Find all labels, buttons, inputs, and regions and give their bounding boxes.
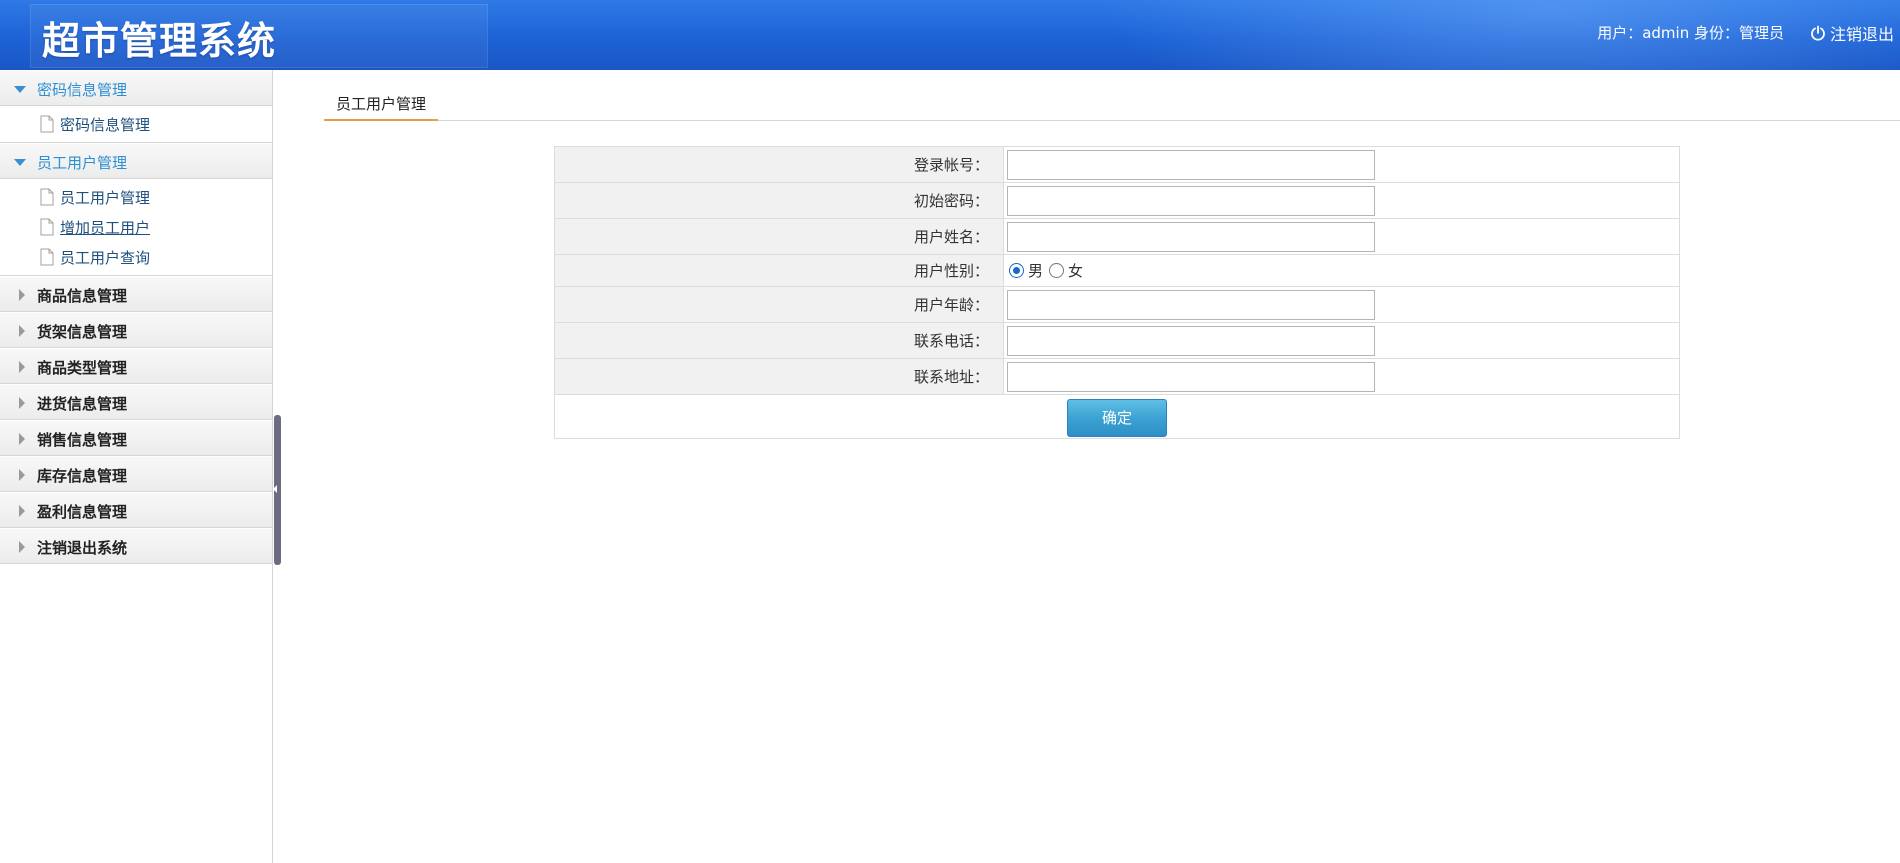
address-input[interactable] [1007,361,1375,392]
form-input-cell [1003,182,1680,219]
document-icon [40,248,54,266]
sidebar-group-label: 盈利信息管理 [37,503,128,521]
tab-bar: 员工用户管理 [324,84,1900,121]
app-title: 超市管理系统 [42,19,277,63]
sidebar-group-label: 注销退出系统 [37,539,128,557]
form-row: 登录帐号： [554,146,1680,183]
collapsed-arrow-icon [19,433,25,445]
form-row: 用户年龄： [554,286,1680,323]
user-info: 用户：admin 身份：管理员 [1597,24,1784,42]
gender-male-label: 男 [1028,262,1044,280]
sidebar-group-goods-type[interactable]: 商品类型管理 [0,348,272,384]
main-content: 员工用户管理 登录帐号： 初始密码： 用户姓名： 用户性别： 男 女 用户年龄：… [282,70,1900,863]
collapsed-arrow-icon [19,541,25,553]
login-account-label: 登录帐号： [554,146,1004,183]
sidebar-group-profit[interactable]: 盈利信息管理 [0,492,272,528]
tab-staff-manage[interactable]: 员工用户管理 [324,84,439,121]
collapse-arrow-icon [273,485,277,493]
sidebar-item-password-manage[interactable]: 密码信息管理 [0,109,272,139]
initial-password-label: 初始密码： [554,182,1004,219]
login-account-input[interactable] [1007,149,1375,180]
phone-label: 联系电话： [554,322,1004,359]
address-label: 联系地址： [554,358,1004,395]
form-row: 联系电话： [554,322,1680,359]
form-input-cell [1003,322,1680,359]
user-name-label: 用户姓名： [554,218,1004,255]
expanded-arrow-icon [14,159,26,166]
document-icon [40,188,54,206]
gender-label: 用户性别： [554,254,1004,287]
sidebar-item-label: 密码信息管理 [60,115,151,134]
initial-password-input[interactable] [1007,185,1375,216]
age-input[interactable] [1007,289,1375,320]
form-row: 初始密码： [554,182,1680,219]
phone-input[interactable] [1007,325,1375,356]
user-name-input[interactable] [1007,221,1375,252]
form-submit-cell: 确定 [554,394,1680,439]
sidebar-group-label: 商品信息管理 [37,287,128,305]
collapsed-arrow-icon [19,289,25,301]
expanded-arrow-icon [14,86,26,93]
sidebar-sublist-password: 密码信息管理 [0,106,272,143]
sidebar-group-purchase[interactable]: 进货信息管理 [0,384,272,420]
sidebar-group-goods[interactable]: 商品信息管理 [0,276,272,312]
sidebar-item-staff-manage[interactable]: 员工用户管理 [0,182,272,212]
sidebar-item-label: 员工用户查询 [60,248,151,267]
sidebar-item-add-staff[interactable]: 增加员工用户 [0,212,272,242]
sidebar-group-label: 员工用户管理 [37,154,128,172]
form-input-cell [1003,218,1680,255]
sidebar-item-label: 增加员工用户 [60,218,151,237]
sidebar: 密码信息管理 密码信息管理 员工用户管理 员工用户管理 增加员工用户 员工用户查… [0,70,273,863]
form-input-cell: 男 女 [1003,254,1680,287]
sidebar-group-staff[interactable]: 员工用户管理 [0,143,272,179]
sidebar-group-label: 商品类型管理 [37,359,128,377]
sidebar-group-shelf[interactable]: 货架信息管理 [0,312,272,348]
add-staff-form: 登录帐号： 初始密码： 用户姓名： 用户性别： 男 女 用户年龄： 联系电话： … [554,146,1680,439]
document-icon [40,218,54,236]
sidebar-sublist-staff: 员工用户管理 增加员工用户 员工用户查询 [0,179,272,276]
power-icon [1811,25,1825,41]
sidebar-group-label: 货架信息管理 [37,323,128,341]
sidebar-group-label: 进货信息管理 [37,395,128,413]
logout-button[interactable]: 注销退出 [1810,21,1894,45]
sidebar-group-password[interactable]: 密码信息管理 [0,70,272,106]
form-input-cell [1003,286,1680,323]
sidebar-item-label: 员工用户管理 [60,188,151,207]
gender-radio-group: 男 女 [1007,260,1679,281]
form-input-cell [1003,358,1680,395]
header-bar: 超市管理系统 用户：admin 身份：管理员 注销退出 [0,0,1900,70]
form-row: 用户性别： 男 女 [554,254,1680,287]
sidebar-group-label: 库存信息管理 [37,467,128,485]
sidebar-group-logout[interactable]: 注销退出系统 [0,528,272,564]
logout-label: 注销退出 [1829,25,1894,44]
sidebar-group-label: 密码信息管理 [37,81,128,99]
sidebar-item-staff-query[interactable]: 员工用户查询 [0,242,272,272]
sidebar-group-sales[interactable]: 销售信息管理 [0,420,272,456]
form-row: 用户姓名： [554,218,1680,255]
form-row: 联系地址： [554,358,1680,395]
collapsed-arrow-icon [19,505,25,517]
collapsed-arrow-icon [19,361,25,373]
collapsed-arrow-icon [19,325,25,337]
gender-female-radio[interactable] [1049,263,1065,278]
document-icon [40,115,54,133]
gender-female-label: 女 [1068,262,1084,280]
form-row: 确定 [554,394,1680,439]
form-input-cell [1003,146,1680,183]
sidebar-group-label: 销售信息管理 [37,431,128,449]
gender-male-radio[interactable] [1009,263,1024,278]
collapsed-arrow-icon [19,469,25,481]
age-label: 用户年龄： [554,286,1004,323]
collapsed-arrow-icon [19,397,25,409]
sidebar-group-inventory[interactable]: 库存信息管理 [0,456,272,492]
sidebar-splitter-handle[interactable] [273,415,281,565]
confirm-button[interactable]: 确定 [1067,398,1167,437]
